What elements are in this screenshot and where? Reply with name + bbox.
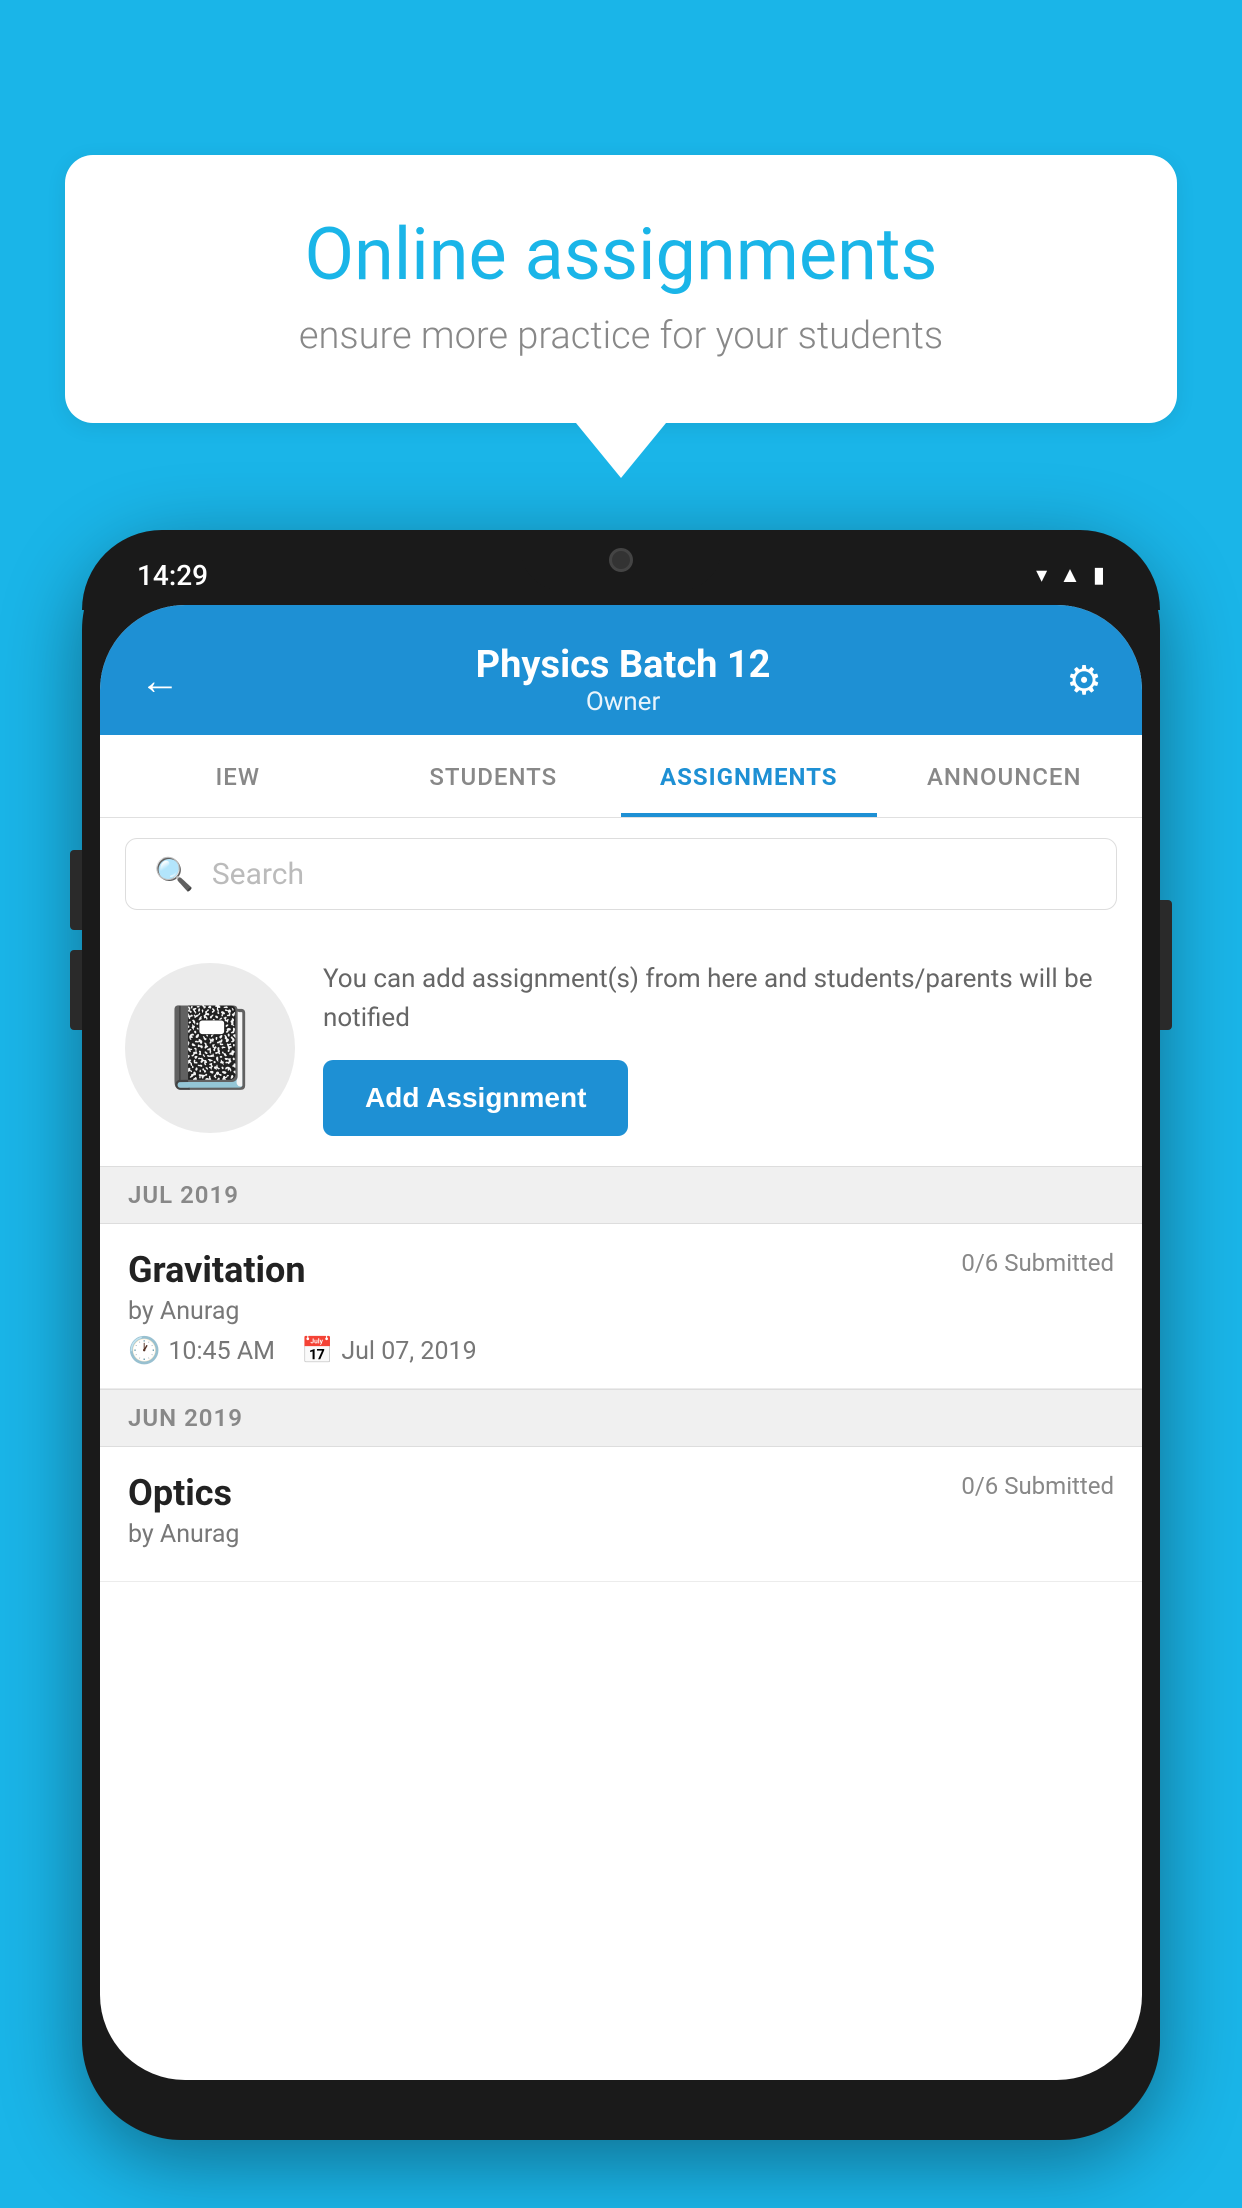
status-icons: ▾ ▲ ▮ — [1036, 562, 1105, 588]
search-container: 🔍 Search — [100, 818, 1142, 930]
assignment-icon-circle: 📓 — [125, 963, 295, 1133]
phone-device: 14:29 ▾ ▲ ▮ ← Physics Batch 12 Owner ⚙ I… — [82, 530, 1160, 2140]
assignment-submitted-gravitation: 0/6 Submitted — [961, 1249, 1114, 1277]
search-icon: 🔍 — [154, 855, 194, 893]
tab-assignments[interactable]: ASSIGNMENTS — [621, 735, 877, 817]
speech-bubble-arrow — [576, 423, 666, 478]
front-camera — [609, 548, 633, 572]
app-header: ← Physics Batch 12 Owner ⚙ — [100, 605, 1142, 735]
wifi-icon: ▾ — [1036, 563, 1047, 588]
speech-bubble-title: Online assignments — [135, 215, 1107, 294]
clock-icon: 🕐 — [128, 1336, 160, 1366]
speech-bubble: Online assignments ensure more practice … — [65, 155, 1177, 423]
month-separator-jul: JUL 2019 — [100, 1166, 1142, 1224]
assignment-item-optics[interactable]: Optics 0/6 Submitted by Anurag — [100, 1447, 1142, 1582]
tab-announcements[interactable]: ANNOUNCEN — [877, 735, 1133, 817]
assignment-time-value: 10:45 AM — [168, 1337, 275, 1366]
phone-power-button — [1160, 900, 1172, 1030]
assignment-submitted-optics: 0/6 Submitted — [961, 1472, 1114, 1500]
phone-status-bar: 14:29 ▾ ▲ ▮ — [82, 530, 1160, 610]
phone-volume-down-button — [70, 950, 82, 1030]
assignment-time-gravitation: 🕐 10:45 AM — [128, 1336, 275, 1366]
assignment-date-gravitation: 📅 Jul 07, 2019 — [301, 1336, 477, 1366]
search-bar[interactable]: 🔍 Search — [125, 838, 1117, 910]
assignment-top-row: Gravitation 0/6 Submitted — [128, 1249, 1114, 1291]
phone-screen: ← Physics Batch 12 Owner ⚙ IEW STUDENTS … — [100, 605, 1142, 2080]
status-time: 14:29 — [137, 559, 208, 592]
assignment-title-optics: Optics — [128, 1472, 232, 1514]
notebook-icon: 📓 — [160, 1001, 260, 1095]
speech-bubble-subtitle: ensure more practice for your students — [135, 314, 1107, 358]
assignment-by-optics: by Anurag — [128, 1520, 1114, 1549]
header-center: Physics Batch 12 Owner — [476, 643, 771, 717]
settings-icon[interactable]: ⚙ — [1066, 657, 1102, 704]
info-description: You can add assignment(s) from here and … — [323, 960, 1117, 1038]
phone-volume-up-button — [70, 850, 82, 930]
battery-icon: ▮ — [1093, 563, 1105, 588]
info-right: You can add assignment(s) from here and … — [323, 960, 1117, 1136]
assignment-by-gravitation: by Anurag — [128, 1297, 1114, 1326]
tab-iew[interactable]: IEW — [110, 735, 366, 817]
header-subtitle: Owner — [476, 687, 771, 717]
speech-bubble-container: Online assignments ensure more practice … — [65, 155, 1177, 478]
assignment-item-gravitation[interactable]: Gravitation 0/6 Submitted by Anurag 🕐 10… — [100, 1224, 1142, 1389]
assignment-title-gravitation: Gravitation — [128, 1249, 306, 1291]
signal-icon: ▲ — [1059, 562, 1081, 588]
search-placeholder-text: Search — [212, 857, 304, 892]
calendar-icon: 📅 — [301, 1336, 333, 1366]
back-button[interactable]: ← — [140, 657, 180, 704]
assignment-top-row-optics: Optics 0/6 Submitted — [128, 1472, 1114, 1514]
month-separator-jun: JUN 2019 — [100, 1389, 1142, 1447]
tab-students[interactable]: STUDENTS — [366, 735, 622, 817]
assignment-date-value: Jul 07, 2019 — [341, 1337, 476, 1366]
assignment-meta-gravitation: 🕐 10:45 AM 📅 Jul 07, 2019 — [128, 1336, 1114, 1366]
phone-notch — [521, 530, 721, 590]
tabs-bar: IEW STUDENTS ASSIGNMENTS ANNOUNCEN — [100, 735, 1142, 818]
header-title: Physics Batch 12 — [476, 643, 771, 687]
info-section: 📓 You can add assignment(s) from here an… — [100, 930, 1142, 1166]
add-assignment-button[interactable]: Add Assignment — [323, 1060, 628, 1136]
